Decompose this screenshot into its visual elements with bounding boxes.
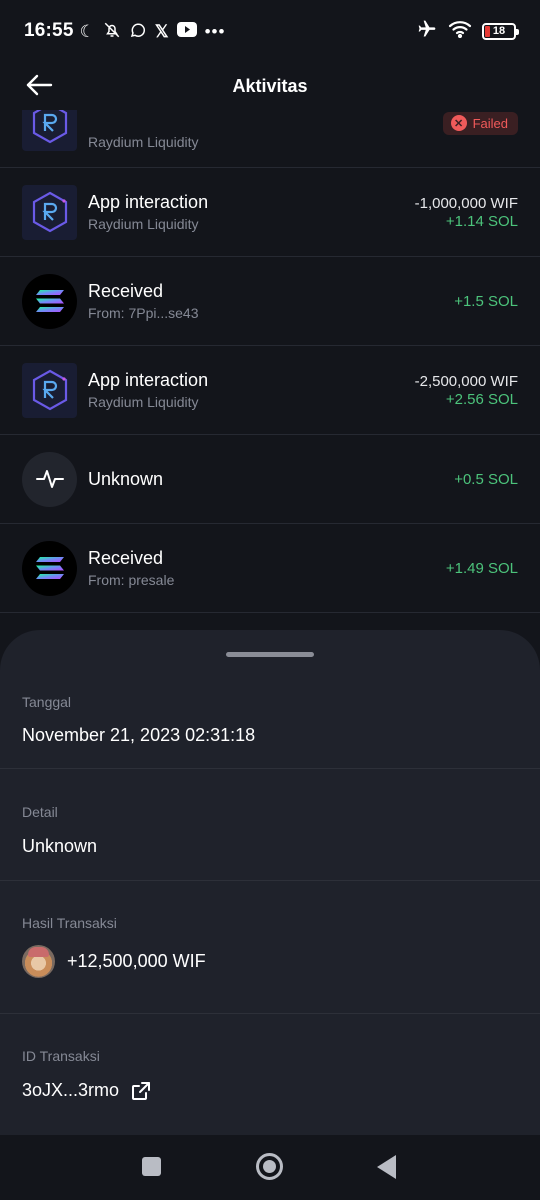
activity-item-amounts: -2,500,000 WIF +2.56 SOL [415, 373, 518, 408]
app-header: Aktivitas [0, 62, 540, 110]
activity-item-amounts: +1.5 SOL [454, 293, 518, 310]
result-row: +12,500,000 WIF [22, 945, 206, 978]
raydium-icon [22, 184, 77, 240]
activity-item[interactable]: App interaction Raydium Liquidity -2,500… [0, 346, 540, 435]
result-label: Hasil Transaksi [22, 915, 117, 931]
txid-value[interactable]: 3oJX...3rmo [22, 1080, 119, 1101]
activity-item-subtitle: From: 7Ppi...se43 [88, 305, 199, 321]
whatsapp-icon [129, 21, 147, 42]
airplane-icon [416, 19, 438, 44]
screen: 16:55 ☾ 𝕏 ••• 18 Aktivitas Raydium Liqui… [0, 0, 540, 1200]
activity-item-text: Received From: presale [88, 548, 174, 588]
amount-out: -2,500,000 WIF [414, 372, 518, 390]
activity-item-title: Unknown [88, 468, 164, 489]
pulse-icon [22, 451, 77, 507]
recents-button[interactable] [142, 1157, 161, 1176]
page-title: Aktivitas [232, 75, 308, 96]
status-bar: 16:55 ☾ 𝕏 ••• 18 [0, 0, 540, 62]
detail-section: Detail Unknown [0, 769, 540, 881]
battery-level: 18 [492, 25, 506, 37]
more-dots-icon: ••• [204, 21, 226, 41]
txid-label: ID Transaksi [22, 1048, 100, 1064]
result-value: +12,500,000 WIF [67, 951, 206, 971]
activity-item-title: App interaction [88, 192, 209, 212]
external-link-icon[interactable] [131, 1081, 151, 1101]
activity-item-text: Unknown [88, 469, 163, 490]
activity-item-text: App interaction Raydium Liquidity [88, 192, 208, 232]
back-button[interactable] [22, 70, 56, 100]
activity-item-subtitle: From: presale [88, 572, 175, 588]
activity-item-text: App interaction Raydium Liquidity [88, 370, 208, 410]
activity-item-title: App interaction [88, 370, 209, 390]
activity-item[interactable]: Raydium Liquidity ✕ Failed [0, 110, 540, 168]
activity-item-title: Received [88, 281, 164, 301]
activity-item[interactable]: Received From: presale +1.49 SOL [0, 524, 540, 613]
solana-icon [22, 273, 77, 329]
date-value: November 21, 2023 02:31:18 [22, 725, 256, 745]
txid-row[interactable]: 3oJX...3rmo [22, 1080, 151, 1101]
activity-item-subtitle: Raydium Liquidity [88, 134, 199, 150]
bell-off-icon [103, 21, 121, 42]
youtube-icon [176, 22, 197, 40]
battery-icon: 18 [482, 22, 519, 40]
arrow-left-icon [26, 74, 53, 96]
activity-item-amounts: +0.5 SOL [454, 471, 518, 488]
activity-item-amounts: +1.49 SOL [446, 560, 518, 577]
activity-item-subtitle: Raydium Liquidity [88, 394, 199, 410]
txid-section: ID Transaksi 3oJX...3rmo [0, 1014, 540, 1135]
home-button[interactable] [256, 1153, 283, 1180]
wifi-icon [448, 20, 472, 43]
detail-label: Detail [22, 804, 58, 820]
solana-icon [22, 540, 77, 596]
activity-item[interactable]: Received From: 7Ppi...se43 +1.5 SOL [0, 257, 540, 346]
transaction-detail-sheet: Tanggal November 21, 2023 02:31:18 Detai… [0, 630, 540, 1135]
raydium-icon [22, 362, 77, 418]
status-badge: ✕ Failed [442, 112, 518, 135]
x-icon: 𝕏 [154, 21, 169, 41]
activity-item-text: Raydium Liquidity [88, 110, 199, 150]
result-section: Hasil Transaksi +12,500,000 WIF [0, 881, 540, 1014]
activity-item-title: Received [88, 548, 164, 568]
status-time: 16:55 [24, 20, 74, 41]
amount-out: -1,000,000 WIF [414, 194, 518, 212]
date-label: Tanggal [22, 694, 72, 710]
status-badge-label: Failed [472, 115, 508, 131]
system-back-button[interactable] [377, 1155, 396, 1179]
raydium-icon [22, 110, 77, 151]
amount-in: +1.49 SOL [445, 559, 518, 577]
activity-item[interactable]: Unknown +0.5 SOL [0, 435, 540, 524]
activity-list[interactable]: Raydium Liquidity ✕ Failed App interacti… [0, 110, 540, 630]
amount-in: +1.5 SOL [454, 292, 518, 310]
wif-token-icon [22, 945, 55, 978]
status-notification-icons: ☾ 𝕏 ••• [80, 21, 226, 42]
activity-item[interactable]: App interaction Raydium Liquidity -1,000… [0, 168, 540, 257]
activity-item-amounts: -1,000,000 WIF +1.14 SOL [415, 195, 518, 230]
moon-icon: ☾ [79, 21, 95, 41]
amount-in: +0.5 SOL [454, 470, 518, 488]
date-section: Tanggal November 21, 2023 02:31:18 [0, 675, 540, 769]
detail-value: Unknown [22, 836, 98, 856]
activity-item-subtitle: Raydium Liquidity [88, 216, 199, 232]
failed-icon: ✕ [450, 115, 467, 131]
status-system-icons: 18 [416, 19, 519, 44]
system-nav-bar [0, 1135, 540, 1200]
activity-item-text: Received From: 7Ppi...se43 [88, 281, 199, 321]
sheet-drag-handle[interactable] [226, 652, 314, 657]
amount-in: +1.14 SOL [445, 212, 518, 230]
amount-in: +2.56 SOL [445, 390, 518, 408]
